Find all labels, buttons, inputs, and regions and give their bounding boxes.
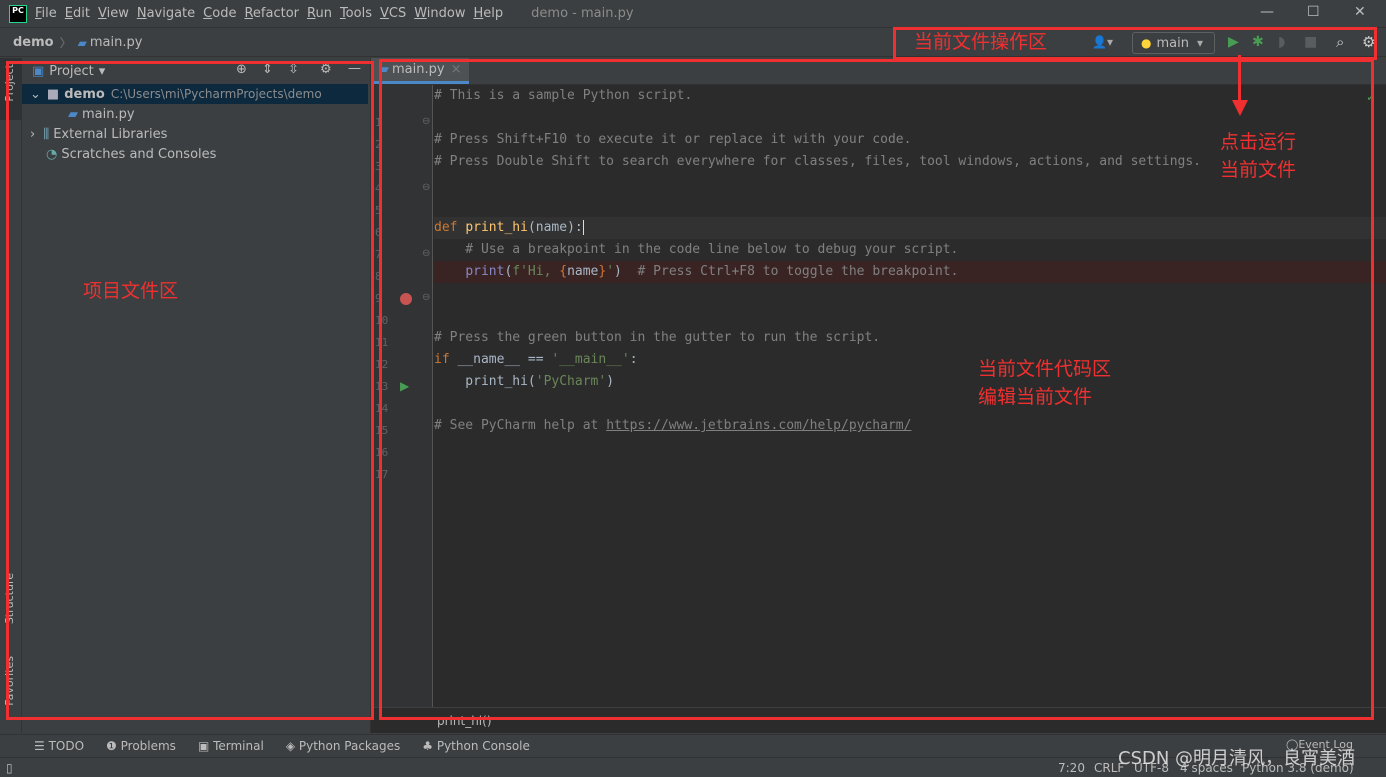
tool-terminal[interactable]: ▣ Terminal (198, 739, 264, 753)
tool-label: TODO (48, 739, 85, 753)
tool-label: Python Packages (298, 739, 401, 753)
menu-refactor[interactable]: Refactor (244, 6, 299, 21)
menu-tools[interactable]: Tools (340, 6, 372, 21)
tool-python-packages[interactable]: ◈ Python Packages (286, 739, 400, 753)
chevron-right-icon: 〉 (59, 36, 72, 50)
annotation-run-label-2: 当前文件 (1220, 159, 1297, 181)
watermark: CSDN @明月清风，良宵美酒 (1118, 748, 1356, 769)
tool-todo[interactable]: ☰ TODO (34, 739, 84, 753)
menu-edit[interactable]: Edit (65, 6, 90, 21)
minimize-icon[interactable]: — (1260, 4, 1274, 20)
terminal-icon: ▣ (197, 739, 214, 753)
python-console-icon: ♣ (422, 739, 437, 753)
tool-label: Python Console (436, 739, 530, 753)
problems-icon: ❶ (106, 739, 121, 753)
menu-view[interactable]: View (98, 6, 129, 21)
menu-code[interactable]: Code (203, 6, 236, 21)
breadcrumb-file[interactable]: main.py (90, 35, 143, 50)
annotation-arrow-line (1238, 55, 1241, 105)
menu-run[interactable]: Run (307, 6, 332, 21)
close-icon[interactable]: ✕ (1354, 4, 1366, 20)
annotation-toolbar-label: 当前文件操作区 (914, 31, 1048, 53)
menu-window[interactable]: Window (414, 6, 465, 21)
annotation-box-project (6, 61, 374, 720)
menu-navigate[interactable]: Navigate (137, 6, 195, 21)
arrow-down-icon (1232, 100, 1248, 116)
toggle-panels-icon[interactable]: ▯ (6, 761, 13, 775)
breadcrumb-project[interactable]: demo (13, 35, 54, 50)
python-file-icon: ▰ (77, 35, 87, 50)
maximize-icon[interactable]: ☐ (1307, 4, 1320, 20)
tool-label: Problems (120, 739, 176, 753)
tool-python-console[interactable]: ♣ Python Console (422, 739, 530, 753)
list-icon: ☰ (34, 739, 49, 753)
pycharm-logo: PC (9, 4, 27, 23)
menu-help[interactable]: Help (474, 6, 504, 21)
title-bar: PC File Edit View Navigate Code Refactor… (0, 0, 1386, 28)
packages-icon: ◈ (285, 739, 299, 753)
annotation-project-label: 项目文件区 (83, 280, 179, 302)
annotation-run-label-1: 点击运行 (1220, 131, 1297, 153)
menu-vcs[interactable]: VCS (380, 6, 406, 21)
tool-problems[interactable]: ❶ Problems (106, 739, 176, 753)
menu-file[interactable]: File (35, 6, 57, 21)
window-title: demo - main.py (531, 6, 634, 21)
tool-label: Terminal (213, 739, 264, 753)
annotation-code-label-2: 编辑当前文件 (978, 386, 1093, 408)
status-position[interactable]: 7:20 (1058, 761, 1085, 775)
annotation-code-label-1: 当前文件代码区 (978, 358, 1112, 380)
